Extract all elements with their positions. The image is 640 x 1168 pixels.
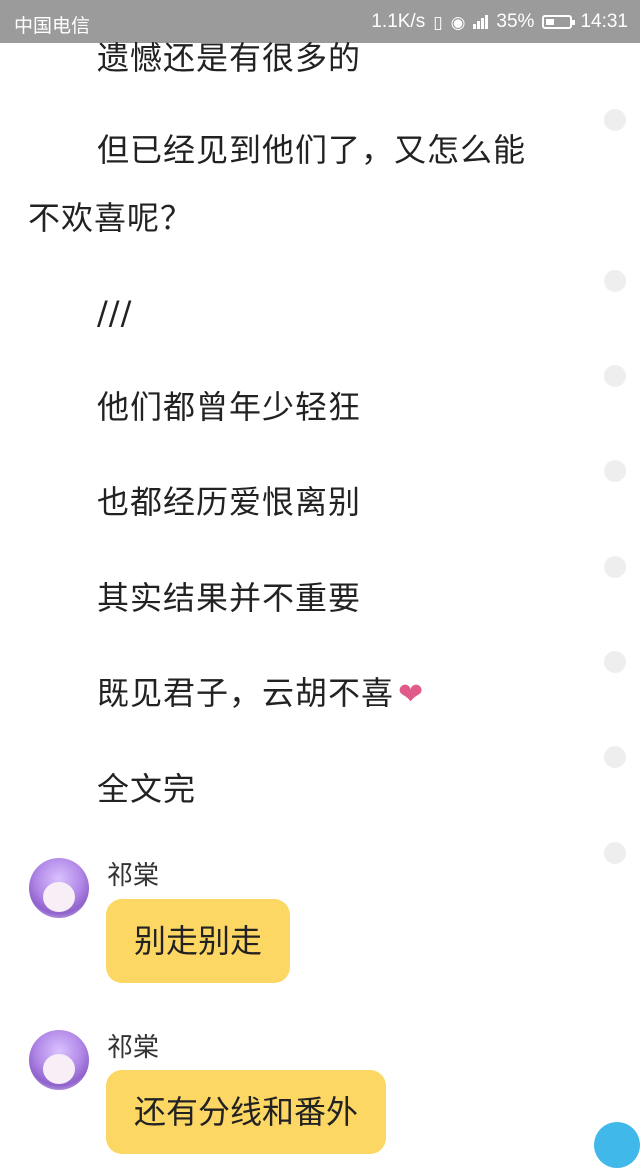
reaction-dot[interactable] [604,842,626,864]
floating-action-button[interactable] [594,1122,640,1168]
reaction-dot[interactable] [604,109,626,131]
reaction-dot[interactable] [604,365,626,387]
reaction-dot[interactable] [604,651,626,673]
story-line: /// [97,294,133,332]
battery-icon [542,15,576,29]
sender-name: 祁棠 [107,1033,160,1063]
battery-percent: 35% [496,11,535,32]
network-speed: 1.1K/s [371,11,426,32]
story-line: 遗憾还是有很多的 [97,39,362,77]
reaction-dot[interactable] [604,460,626,482]
eye-icon: ◉ [450,12,466,32]
reaction-dot[interactable] [604,556,626,578]
message-bubble[interactable]: 别走别走 [106,899,291,983]
story-line-heart: 既见君子，云胡不喜 ❤ [97,677,424,711]
clock: 14:31 [580,11,628,32]
story-line: 也都经历爱恨离别 [97,483,362,521]
story-line: 但已经见到他们了，又怎么能 [97,131,527,169]
story-line: 不欢喜呢？ [28,199,194,237]
signal-icon [473,15,489,29]
message-bubble[interactable]: 还有分线和番外 [106,1070,387,1154]
reaction-dot[interactable] [604,746,626,768]
sender-name: 祁棠 [107,861,160,891]
status-right: 1.1K/s ▯ ◉ 35% 14:31 [371,11,628,33]
avatar[interactable] [29,1030,89,1090]
status-bar: 中国电信 1.1K/s ▯ ◉ 35% 14:31 [0,0,640,43]
carrier-label: 中国电信 [14,16,91,37]
avatar-face [43,1054,75,1084]
reaction-dot[interactable] [604,270,626,292]
battery-fill [546,19,555,25]
avatar[interactable] [29,858,89,918]
heart-icon: ❤ [398,677,425,712]
story-line: 全文完 [97,770,197,808]
vibrate-icon: ▯ [433,12,443,32]
avatar-face [43,882,75,912]
story-line: 他们都曾年少轻狂 [97,388,362,426]
story-line: 其实结果并不重要 [97,579,362,617]
story-line-text: 既见君子，云胡不喜 [97,674,395,712]
